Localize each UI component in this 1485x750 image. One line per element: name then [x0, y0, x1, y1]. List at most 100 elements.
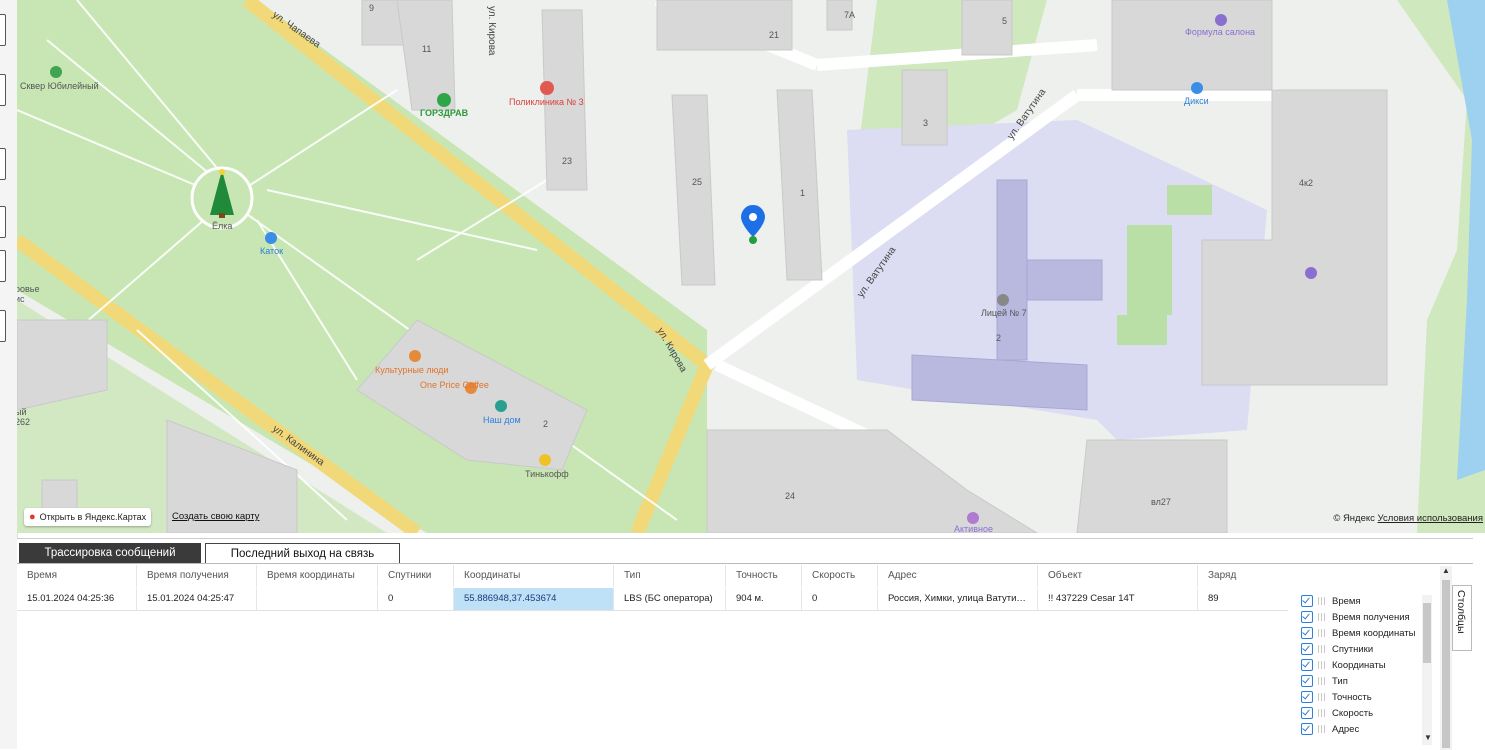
scroll-up-arrow-icon[interactable]: ▲ [1442, 566, 1450, 575]
scrollbar-thumb[interactable] [1442, 580, 1450, 748]
drag-handle-icon[interactable] [1318, 613, 1326, 621]
scrollbar-thumb[interactable] [1423, 603, 1431, 663]
column-picker-scrollbar[interactable]: ▼ [1422, 595, 1432, 745]
place-label: ГОРЗДРАВ [420, 108, 469, 118]
map-copyright: © Яндекс Условия использования [1333, 513, 1483, 524]
place-label: Тинькофф [525, 469, 569, 479]
toolbar-control[interactable] [0, 14, 6, 46]
checkbox-checked-icon[interactable] [1301, 659, 1313, 671]
column-toggle-coordinates[interactable]: Координаты [1301, 657, 1386, 673]
column-header-address[interactable]: Адрес [878, 565, 1038, 587]
toolbar-control[interactable] [0, 148, 6, 180]
house-number: вл27 [1151, 497, 1171, 507]
place-label: One Price Coffee [420, 380, 489, 390]
checkbox-checked-icon[interactable] [1301, 707, 1313, 719]
drag-handle-icon[interactable] [1318, 693, 1326, 701]
checkbox-checked-icon[interactable] [1301, 595, 1313, 607]
table-vertical-scrollbar[interactable]: ▲ [1440, 566, 1452, 750]
place-label: Активное [954, 524, 993, 533]
scroll-down-arrow-icon[interactable]: ▼ [1424, 733, 1432, 742]
checkbox-checked-icon[interactable] [1301, 691, 1313, 703]
open-in-yandex-maps-button[interactable]: ● Открыть в Яндекс.Картах [24, 508, 152, 526]
column-toggle-accuracy[interactable]: Точность [1301, 689, 1372, 705]
drag-handle-icon[interactable] [1318, 645, 1326, 653]
cell-charge: 89 [1208, 593, 1219, 604]
column-toggle-satellites[interactable]: Спутники [1301, 641, 1373, 657]
column-header-accuracy[interactable]: Точность [726, 565, 802, 587]
drag-handle-icon[interactable] [1318, 597, 1326, 605]
column-toggle-label: Координаты [1332, 659, 1386, 671]
toolbar-control[interactable] [0, 250, 6, 282]
column-toggle-time[interactable]: Время [1301, 593, 1361, 609]
place-label: Поликлиника № 3 [509, 97, 584, 107]
cell-received: 15.01.2024 04:25:47 [137, 588, 257, 610]
house-number: 21 [769, 30, 779, 40]
table-header: Время Время получения Время координаты С… [17, 565, 1288, 587]
house-number: 9 [369, 3, 374, 13]
place-label: Каток [260, 246, 283, 256]
edge-label: ис [17, 294, 25, 304]
column-toggle-coord-time[interactable]: Время координаты [1301, 625, 1415, 641]
column-toggle-speed[interactable]: Скорость [1301, 705, 1373, 721]
panel-tabs: Трассировка сообщений Последний выход на… [17, 539, 1473, 564]
checkbox-checked-icon[interactable] [1301, 675, 1313, 687]
place-label: Культурные люди [375, 365, 448, 375]
cell-satellites: 0 [378, 588, 454, 610]
place-label: Формула салона [1185, 27, 1255, 37]
toolbar-control[interactable] [0, 74, 6, 106]
column-header-type[interactable]: Тип [614, 565, 726, 587]
checkbox-checked-icon[interactable] [1301, 627, 1313, 639]
checkbox-checked-icon[interactable] [1301, 723, 1313, 735]
column-toggle-label: Тип [1332, 675, 1348, 687]
drag-handle-icon[interactable] [1318, 709, 1326, 717]
house-number: 2 [996, 333, 1001, 343]
street-label: ул. Кирова [486, 6, 497, 56]
column-header-object[interactable]: Объект [1038, 565, 1198, 587]
place-label: Дикси [1184, 96, 1209, 106]
column-header-satellites[interactable]: Спутники [378, 565, 454, 587]
table-row[interactable]: 15.01.2024 04:25:36 15.01.2024 04:25:47 … [17, 588, 1288, 611]
drag-handle-icon[interactable] [1318, 677, 1326, 685]
cell-type: LBS (БС оператора) [614, 588, 726, 610]
column-toggle-label: Время координаты [1332, 627, 1416, 639]
tab-last-seen[interactable]: Последний выход на связь [205, 543, 400, 563]
toolbar-control[interactable] [0, 310, 6, 342]
column-header-charge[interactable]: Заряд [1198, 565, 1288, 587]
column-header-time[interactable]: Время [17, 565, 137, 587]
house-number: 4к2 [1299, 178, 1313, 188]
terms-link[interactable]: Условия использования [1378, 513, 1483, 524]
map-view[interactable]: ул. Чапаева ул. Кирова ул. Кирова ул. Ка… [17, 0, 1485, 533]
place-label: Ёлка [212, 221, 232, 231]
toolbar-control[interactable] [0, 206, 6, 238]
column-toggle-type[interactable]: Тип [1301, 673, 1348, 689]
place-label: Сквер Юбилейный [20, 81, 99, 91]
cell-accuracy: 904 м. [726, 588, 802, 610]
column-header-received[interactable]: Время получения [137, 565, 257, 587]
column-header-coordinates[interactable]: Координаты [454, 565, 614, 587]
tab-trace[interactable]: Трассировка сообщений [19, 543, 201, 563]
cell-address: Россия, Химки, улица Ватутин… [878, 588, 1038, 610]
checkbox-checked-icon[interactable] [1301, 643, 1313, 655]
column-toggle-label: Время получения [1332, 611, 1410, 623]
column-toggle-label: Точность [1332, 691, 1372, 703]
create-map-link[interactable]: Создать свою карту [172, 511, 259, 522]
drag-handle-icon[interactable] [1318, 629, 1326, 637]
column-header-coord-time[interactable]: Время координаты [257, 565, 378, 587]
column-toggle-address[interactable]: Адрес [1301, 721, 1359, 737]
house-number: 7А [844, 10, 855, 20]
columns-side-tab-label: Столбцы [1455, 590, 1467, 634]
left-toolbar-strip [0, 0, 18, 749]
house-number: 11 [422, 44, 431, 54]
columns-side-tab[interactable]: Столбцы [1452, 585, 1472, 651]
checkbox-checked-icon[interactable] [1301, 611, 1313, 623]
drag-handle-icon[interactable] [1318, 661, 1326, 669]
cell-coordinates[interactable]: 55.886948,37.453674 [454, 588, 614, 610]
house-number: 5 [1002, 16, 1007, 26]
edge-label: ровье [17, 284, 40, 294]
column-header-speed[interactable]: Скорость [802, 565, 878, 587]
cell-time: 15.01.2024 04:25:36 [17, 588, 137, 610]
column-toggle-label: Скорость [1332, 707, 1374, 719]
drag-handle-icon[interactable] [1318, 725, 1326, 733]
column-toggle-received[interactable]: Время получения [1301, 609, 1410, 625]
house-number: 25 [692, 177, 702, 187]
